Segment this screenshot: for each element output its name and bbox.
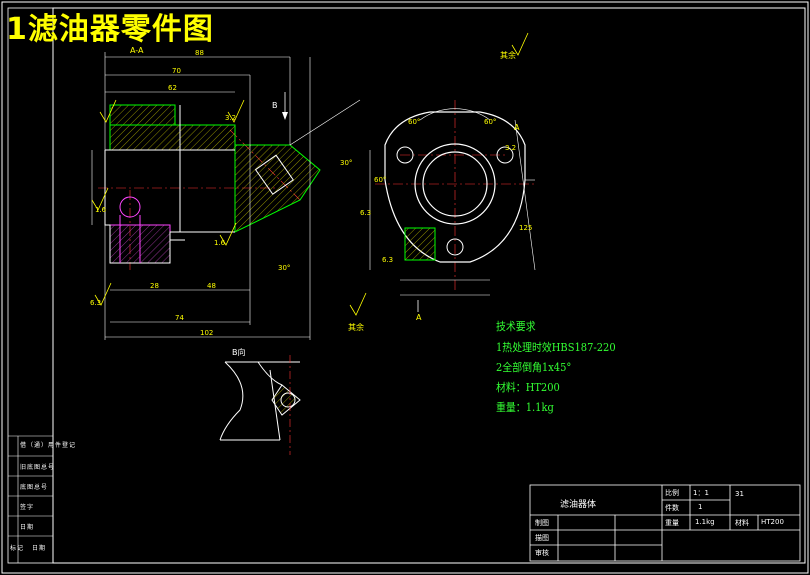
b-direction-view: B向 <box>219 347 301 455</box>
outer-border <box>1 1 809 574</box>
a-arrow-label-top: A <box>514 123 520 132</box>
side-entry: 签字 <box>20 504 35 511</box>
angle-30-b: 30° <box>278 264 290 272</box>
tech-item: 重量：1.1kg <box>496 401 554 414</box>
scale-label: 比例 <box>665 489 679 497</box>
qty-value: 1 <box>698 503 703 511</box>
tech-item: 2全部倒角1x45° <box>496 361 572 374</box>
review-label: 审核 <box>535 549 549 557</box>
material-label: 材料 <box>735 519 749 527</box>
dim-62: 62 <box>168 84 177 92</box>
dim-102: 102 <box>200 329 213 337</box>
side-bottom-entry: 日期 <box>32 545 47 552</box>
drawing-sheet: A-A 88 70 62 28 48 74 102 30° 30° 1.6 3.… <box>1 1 809 574</box>
inner-border <box>52 7 806 564</box>
section-view-a-a: A-A 88 70 62 28 48 74 102 30° 30° 1.6 3.… <box>90 46 367 340</box>
side-entry: 底图总号 <box>20 484 49 491</box>
roughness-4: 1.6 <box>214 239 226 247</box>
page-title: 1滤油器零件图 <box>6 12 214 47</box>
dim-70: 70 <box>172 67 181 75</box>
drawing-number: 31 <box>735 490 744 498</box>
part-name: 滤油器体 <box>560 500 597 510</box>
roughness-2: 3.2 <box>225 114 236 122</box>
material-value: HT200 <box>761 518 784 526</box>
dim-74: 74 <box>175 314 184 322</box>
side-entry: 日期 <box>20 524 35 531</box>
qty-label: 件数 <box>665 504 679 512</box>
angle-60-c: 60° <box>374 176 386 184</box>
flange-view: 60° 60° 60° 125 3.2 6.3 6.3 A A 其余 <box>360 32 536 322</box>
angle-30-a: 30° <box>340 159 352 167</box>
dim-125: 125 <box>519 224 532 232</box>
dim-28: 28 <box>150 282 159 290</box>
roughness-1: 1.6 <box>95 206 107 214</box>
roughness-3: 6.3 <box>90 299 101 307</box>
roughness-7: 6.3 <box>382 256 393 264</box>
check-label: 描图 <box>535 534 549 542</box>
scale-value: 1：1 <box>693 489 709 497</box>
roughness-6: 6.3 <box>360 209 371 217</box>
a-arrow-label-bottom: A <box>416 313 422 322</box>
drawn-label: 制图 <box>535 519 549 527</box>
roughness-5: 3.2 <box>505 144 516 152</box>
roughness-other-bottom: 其余 <box>348 322 364 332</box>
b-arrow-label: B <box>272 101 278 110</box>
dim-88: 88 <box>195 49 204 57</box>
angle-60-a: 60° <box>408 118 420 126</box>
side-entry: 旧底图总号 <box>20 464 56 471</box>
tech-item: 材料：HT200 <box>496 381 560 394</box>
tech-heading: 技术要求 <box>496 320 536 333</box>
dim-48: 48 <box>207 282 216 290</box>
b-view-label: B向 <box>232 347 246 357</box>
tech-item: 1热处理时效HBS187-220 <box>496 341 616 354</box>
left-strip <box>7 7 54 564</box>
weight-value: 1.1kg <box>695 518 715 526</box>
angle-60-b: 60° <box>484 118 496 126</box>
side-entry: 借（通）用件登记 <box>20 442 77 449</box>
roughness-other-top: 其余 <box>500 50 516 60</box>
weight-label: 重量 <box>665 519 679 527</box>
side-bottom-entry: 标记 <box>10 545 25 552</box>
